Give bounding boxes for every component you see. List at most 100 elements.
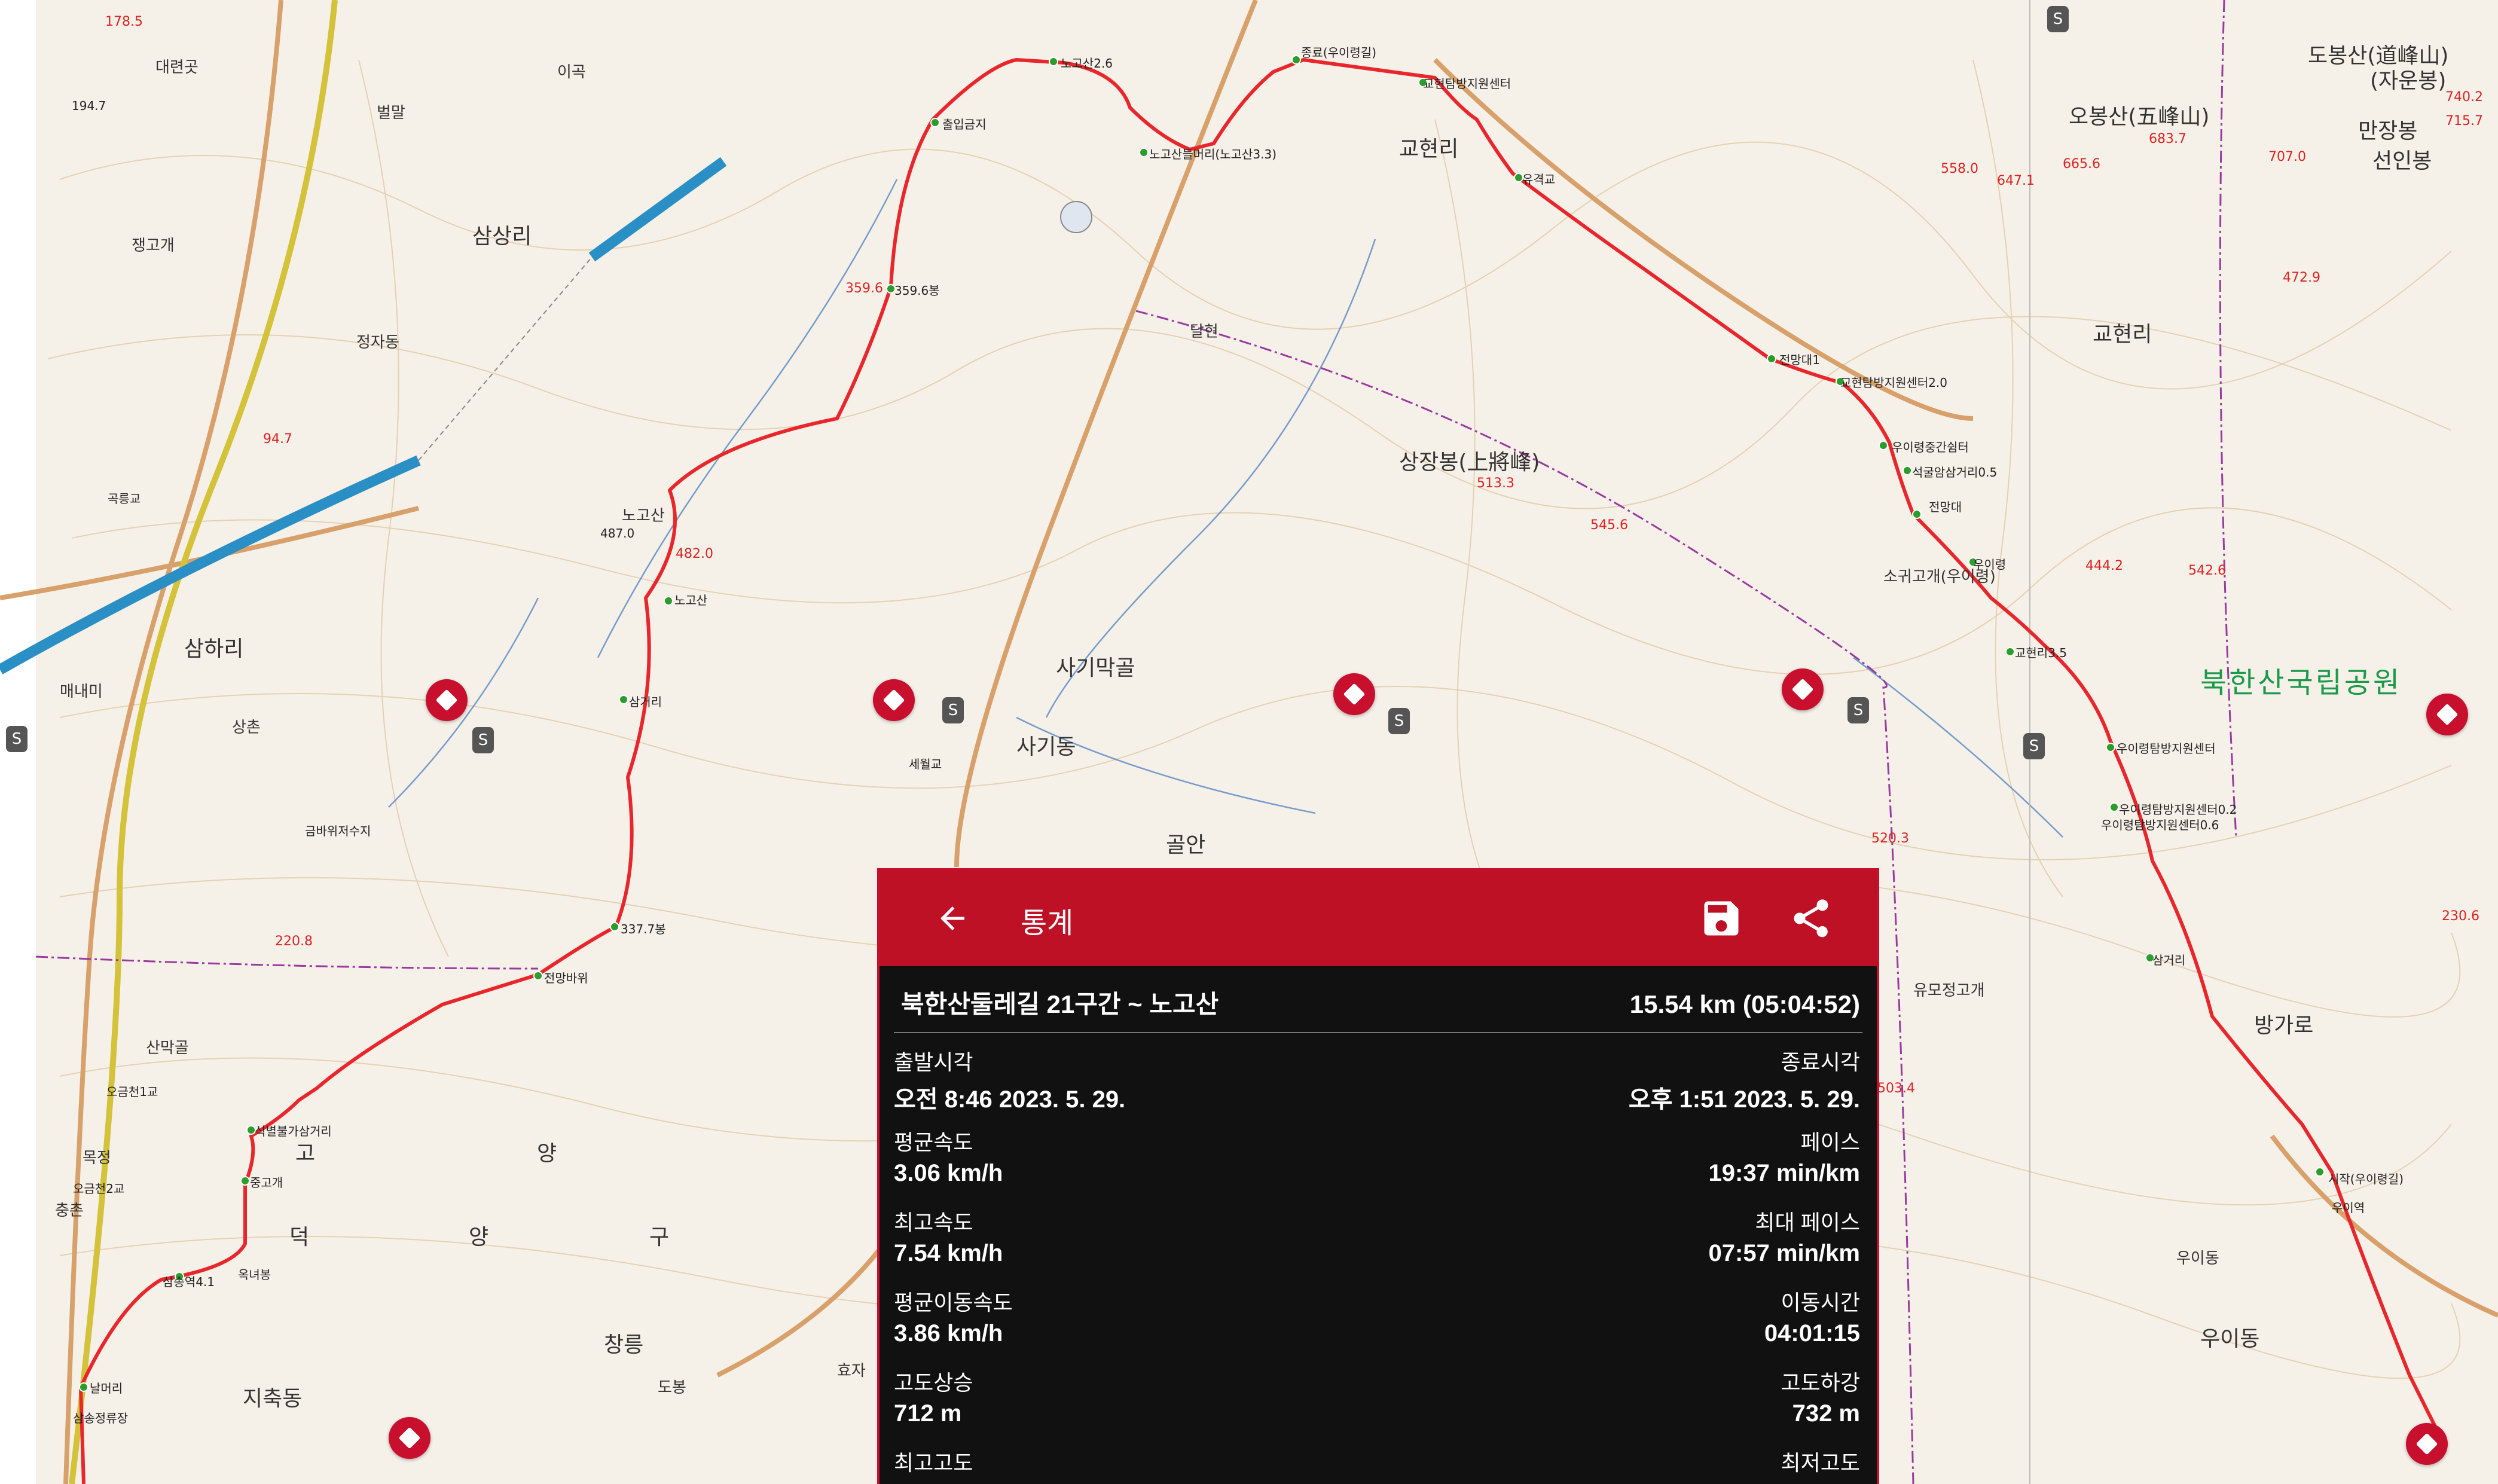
map-label: 방가로 <box>2254 1013 2314 1038</box>
map-label: 교현리 <box>2093 322 2152 347</box>
stat-value-max-pace: 07:57 min/km <box>1708 1240 1860 1266</box>
waypoint-label: 유격교 <box>1522 172 1556 187</box>
map-s-icon[interactable]: S <box>942 697 964 723</box>
map-s-icon[interactable]: S <box>1847 697 1869 723</box>
waypoint-label: 삼거리 <box>629 695 662 709</box>
map-label: 고 <box>295 1141 316 1166</box>
map-label: 매내미 <box>60 683 103 701</box>
map-label: 구 <box>649 1225 670 1250</box>
map-label: 220.8 <box>275 934 313 949</box>
map-s-icon[interactable]: S <box>1388 708 1410 734</box>
waypoint-label: 전망대1 <box>1779 353 1820 367</box>
map-label: 쟁고개 <box>132 237 175 255</box>
map-label: 상장봉(上將峰) <box>1399 450 1540 475</box>
map-s-icon[interactable]: S <box>2047 6 2069 32</box>
stat-value-moving-time: 04:01:15 <box>1764 1320 1860 1346</box>
map-label: 목정 <box>83 1149 111 1167</box>
stat-label-avg-moving-speed: 평균이동속도 <box>894 1290 1013 1315</box>
poi-marker[interactable] <box>2426 694 2468 735</box>
stat-value-avg-speed: 3.06 km/h <box>894 1160 1003 1186</box>
map-label: 558.0 <box>1941 161 1978 176</box>
stat-label-avg-speed: 평균속도 <box>894 1130 973 1155</box>
poi-marker[interactable] <box>2406 1423 2448 1465</box>
diamond-icon <box>1343 683 1366 706</box>
waypoint-label: 전망바위 <box>544 971 588 985</box>
stat-value-elevation-gain: 712 m <box>894 1400 962 1427</box>
route-name: 북한산둘레길 21구간 ~ 노고산 <box>901 990 1219 1018</box>
map-label: 세월교 <box>909 757 942 771</box>
stat-label-moving-time: 이동시간 <box>1781 1290 1860 1315</box>
map-label: 715.7 <box>2445 114 2483 129</box>
poi-marker[interactable] <box>1333 673 1375 715</box>
map-label: 노고산 <box>622 507 665 525</box>
waypoint-label: 옥녀봉 <box>238 1268 271 1282</box>
map-label: 교현리 <box>1399 137 1459 161</box>
map-label: 소귀고개(우이령) <box>1883 568 1996 586</box>
stats-panel: 통계 북한산둘레길 21구간 ~ 노고산 15.54 km (05:04:52)… <box>880 871 1877 1484</box>
map-label: 178.5 <box>105 14 143 29</box>
map-label: 542.6 <box>2188 563 2226 578</box>
map-label: 지축동 <box>243 1387 303 1411</box>
map-label: 달현 <box>1190 323 1219 341</box>
map-label: 도봉 <box>658 1379 686 1397</box>
map-label: 벌말 <box>377 104 405 122</box>
divider <box>894 1032 1862 1033</box>
waypoint-label: 삼송역4.1 <box>163 1275 215 1289</box>
map-label: 상촌 <box>232 719 261 737</box>
map-label: 골안 <box>1166 833 1206 857</box>
poi-marker[interactable] <box>1782 668 1824 710</box>
waypoint-label: 출입금지 <box>942 117 987 132</box>
map-label: 520.3 <box>1871 831 1909 846</box>
panel-title: 통계 <box>1021 908 1074 939</box>
waypoint-label: 우이령탐방지원센터0.6 <box>2101 818 2219 832</box>
map-label: 삼상리 <box>472 224 532 249</box>
map-label: 194.7 <box>72 99 106 113</box>
map-label: 230.6 <box>2442 909 2479 924</box>
poi-marker[interactable] <box>389 1417 430 1459</box>
map-label: 683.7 <box>2149 132 2186 146</box>
map-s-icon[interactable]: S <box>472 727 494 753</box>
diamond-icon <box>1791 678 1814 701</box>
total-distance-time: 15.54 km (05:04:52) <box>1629 990 1860 1018</box>
map-label: 482.0 <box>676 546 713 561</box>
poi-marker[interactable] <box>426 679 468 721</box>
map-label: 665.6 <box>2063 157 2100 172</box>
map-label: 오금천1교 <box>106 1085 158 1099</box>
back-arrow-icon[interactable] <box>935 900 970 936</box>
waypoint-label: 교현리3.5 <box>2015 646 2068 660</box>
map-label: 우이역 <box>2332 1201 2365 1215</box>
stat-value-start-time: 오전 8:46 2023. 5. 29. <box>894 1086 1126 1113</box>
map-label: 정자동 <box>356 334 399 352</box>
map-label: 삼하리 <box>184 637 244 661</box>
waypoint-label: 노고산들머리(노고산3.3) <box>1149 147 1277 161</box>
stat-label-max-pace: 최대 페이스 <box>1755 1210 1860 1235</box>
map-label: 사기막골 <box>1056 656 1135 680</box>
map-s-icon[interactable]: S <box>6 726 28 752</box>
map-label: 만장봉 <box>2358 119 2418 143</box>
stat-label-pace: 페이스 <box>1800 1130 1860 1155</box>
share-icon[interactable] <box>1788 896 1834 941</box>
poi-marker[interactable] <box>873 679 915 721</box>
waypoint-label: 교현탐방지원센터 <box>1423 77 1511 91</box>
map-label: 효자 <box>837 1362 866 1380</box>
map-label: 금바위저수지 <box>305 824 371 838</box>
waypoint-label: 우이령중간쉼터 <box>1892 440 1969 454</box>
map-label: 740.2 <box>2445 90 2483 105</box>
save-icon[interactable] <box>1699 896 1744 941</box>
waypoint-label: 359.6봉 <box>894 283 940 298</box>
waypoint-label: 중고개 <box>250 1175 283 1190</box>
map-label: (자운봉) <box>2370 69 2447 93</box>
map-label: 우이동 <box>2200 1327 2260 1351</box>
stat-label-max-elevation: 최고고도 <box>894 1451 973 1475</box>
park-label: 북한산국립공원 <box>2200 666 2402 700</box>
waypoint-label: 노고산2.6 <box>1061 56 1113 71</box>
map-s-icon[interactable]: S <box>2023 733 2045 759</box>
waypoint-label: 날머리 <box>90 1381 123 1396</box>
map-label: 707.0 <box>2268 149 2306 164</box>
map-label: 545.6 <box>1590 518 1628 533</box>
map-label: 덕 <box>289 1225 310 1250</box>
map-label: 양 <box>469 1225 489 1250</box>
waypoint-label: 석굴암삼거리0.5 <box>1912 465 1998 480</box>
map-label: 472.9 <box>2283 270 2320 285</box>
diamond-icon <box>435 689 458 712</box>
